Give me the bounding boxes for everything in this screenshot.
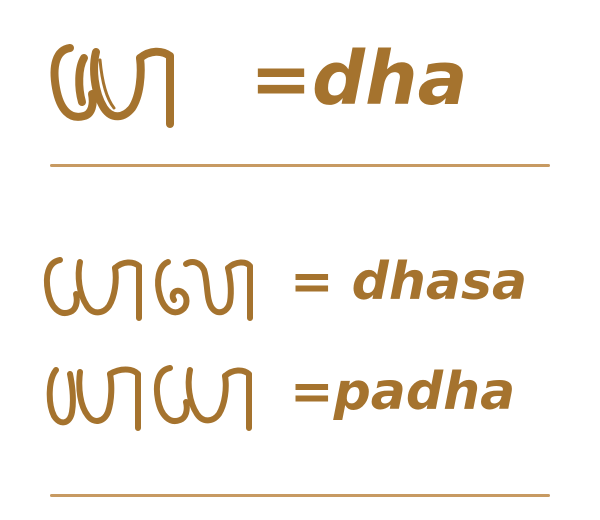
divider-bottom bbox=[50, 494, 550, 497]
equation-dha: =dha bbox=[250, 36, 468, 122]
javanese-sa-icon bbox=[155, 259, 253, 321]
javanese-pa-icon bbox=[46, 366, 141, 431]
equation-padha: =padha bbox=[290, 362, 516, 422]
divider-top bbox=[50, 164, 550, 167]
javanese-dha-icon bbox=[153, 365, 252, 431]
javanese-dha-icon bbox=[43, 257, 142, 321]
javanese-dha-icon bbox=[50, 44, 174, 128]
equation-dhasa: = dhasa bbox=[290, 252, 528, 312]
